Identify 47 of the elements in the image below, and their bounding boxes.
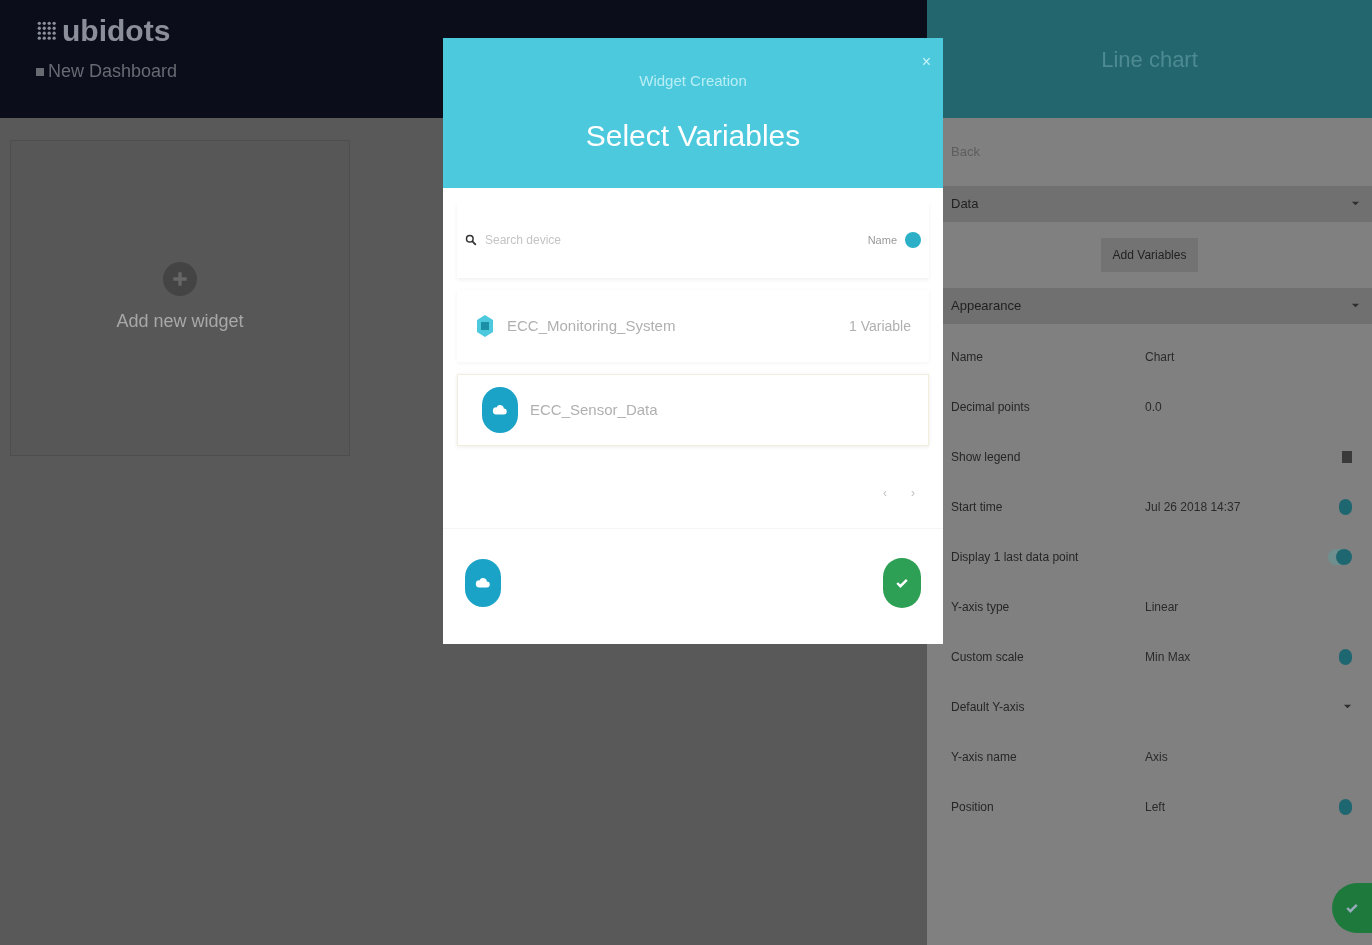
setting-label: Custom scale (951, 648, 1025, 666)
info-icon[interactable] (1339, 498, 1352, 515)
setting-label: Show legend (951, 448, 1022, 466)
search-field[interactable]: Search device (485, 231, 868, 249)
setting-label: Y-axis name (951, 748, 1018, 766)
setting-label: Name (951, 348, 984, 366)
setting-value[interactable]: Min Max (1145, 647, 1339, 666)
logo-icon (36, 20, 58, 42)
search-icon (465, 234, 477, 246)
setting-value[interactable]: 0.0 (1145, 397, 1339, 416)
setting-value[interactable]: Chart (1145, 347, 1339, 366)
pager-button[interactable]: › (911, 484, 915, 502)
caret-icon[interactable] (1351, 199, 1360, 208)
caret-icon[interactable] (1343, 702, 1352, 711)
setting-value[interactable]: Axis (1145, 747, 1339, 766)
device-name: ECC_Monitoring_System (507, 315, 677, 336)
caret-icon[interactable] (1351, 301, 1360, 310)
setting-label: Start time (951, 498, 1004, 516)
variable-count: 1 Variable (849, 316, 911, 336)
info-icon[interactable] (1339, 798, 1352, 815)
modal-subtitle: Widget Creation (639, 71, 747, 91)
info-icon[interactable] (1339, 648, 1352, 665)
chip-icon (475, 314, 495, 338)
setting-label: Decimal points (951, 398, 1031, 416)
logo-text: ubidots (62, 16, 171, 46)
toggle-switch[interactable] (1328, 548, 1352, 565)
setting-label: Default Y-axis (951, 698, 1026, 716)
device-item[interactable]: ECC_Monitoring_System 1 Variable (457, 290, 929, 362)
device-button[interactable] (465, 558, 501, 607)
setting-value[interactable]: Linear (1145, 597, 1339, 616)
setting-label: Position (951, 798, 995, 816)
plus-icon (163, 261, 197, 296)
sort-label[interactable]: Name (867, 231, 897, 249)
confirm-button[interactable] (883, 557, 921, 608)
menu-icon[interactable] (36, 67, 44, 76)
setting-label: Display 1 last data point (951, 548, 1080, 566)
modal-title: Select Variables (585, 117, 801, 154)
setting-label: Y-axis type (951, 598, 1011, 616)
add-widget-label: Add new widget (116, 309, 244, 333)
dashboard-name[interactable]: New Dashboard (48, 58, 178, 85)
setting-value[interactable]: Left (1145, 797, 1339, 816)
add-variables-button[interactable]: Add Variables (1100, 237, 1199, 272)
device-name: ECC_Sensor_Data (530, 399, 659, 420)
add-widget-card[interactable]: Add new widget (10, 140, 350, 456)
pager-button[interactable]: ‹ (883, 484, 887, 502)
device-item[interactable]: ECC_Sensor_Data (457, 374, 929, 446)
setting-value[interactable]: Jul 26 2018 14:37 (1145, 497, 1339, 516)
